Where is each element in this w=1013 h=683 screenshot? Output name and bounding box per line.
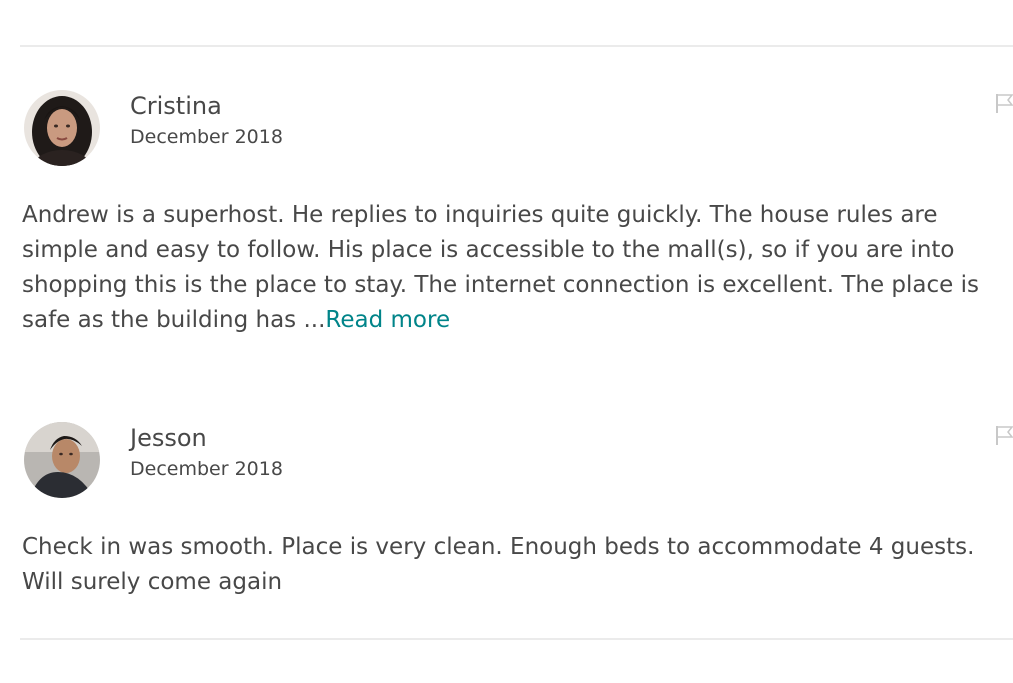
review-text: Andrew is a superhost. He replies to inq… [22, 198, 1012, 338]
reviewer-avatar[interactable] [24, 90, 100, 166]
reviewer-avatar[interactable] [24, 422, 100, 498]
read-more-link[interactable]: Read more [325, 307, 450, 333]
review-date: December 2018 [130, 126, 283, 148]
review-date: December 2018 [130, 458, 283, 480]
avatar-photo-icon [24, 90, 100, 166]
avatar-photo-icon [24, 422, 100, 498]
bottom-divider [20, 638, 1013, 640]
flag-icon[interactable] [995, 424, 1013, 446]
review-text: Check in was smooth. Place is very clean… [22, 534, 975, 595]
flag-icon[interactable] [995, 92, 1013, 114]
review-body: Andrew is a superhost. He replies to inq… [22, 202, 979, 333]
reviewer-name[interactable]: Cristina [130, 92, 222, 120]
reviewer-name[interactable]: Jesson [130, 424, 207, 452]
top-divider [20, 45, 1013, 47]
